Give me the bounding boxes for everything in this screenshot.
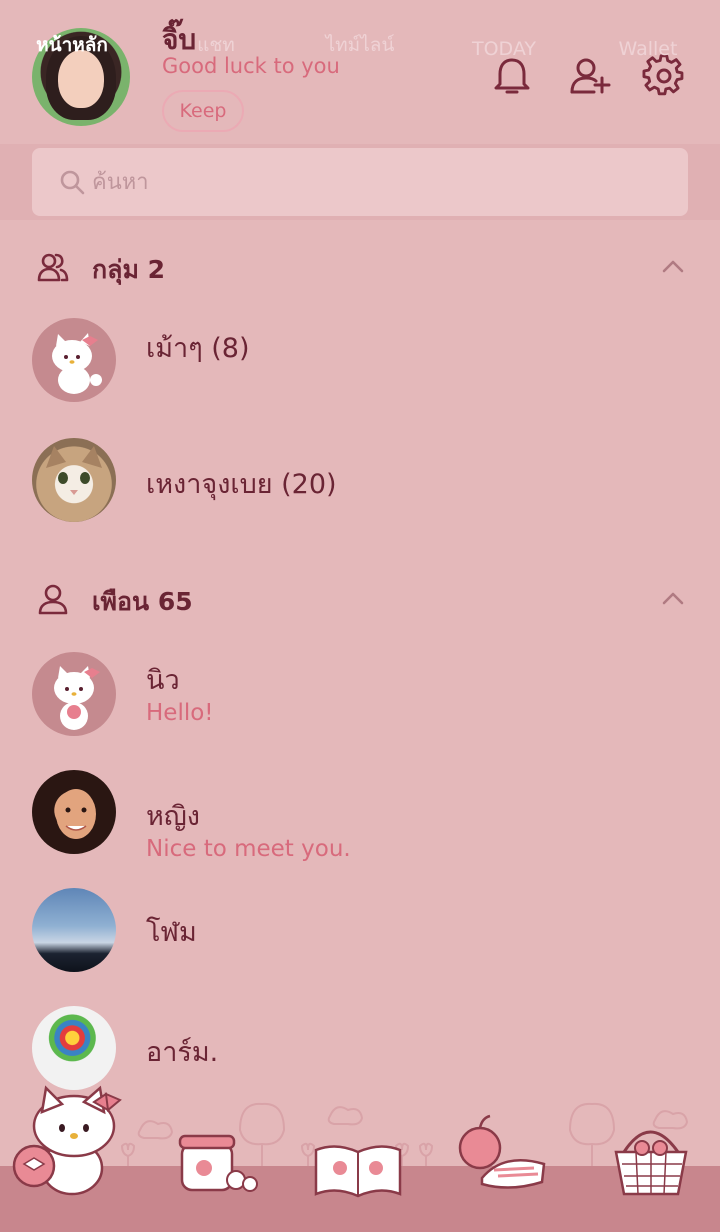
friend-row[interactable]: โฬม bbox=[0, 880, 720, 980]
jam-jar-chat-icon bbox=[178, 1134, 258, 1192]
hello-kitty-avatar bbox=[32, 652, 116, 736]
nav-wallet-label: Wallet bbox=[618, 38, 678, 60]
sky-photo-avatar bbox=[32, 888, 116, 972]
woman-photo-avatar bbox=[32, 770, 116, 854]
nav-today[interactable]: TODAY bbox=[432, 0, 576, 66]
nav-chat[interactable]: แชท bbox=[144, 0, 288, 66]
friend-name: หญิง bbox=[146, 801, 200, 832]
nav-timeline-label: ไทม์ไลน์ bbox=[325, 34, 395, 56]
groups-section-title: กลุ่ม 2 bbox=[92, 255, 166, 284]
friend-name: นิว bbox=[146, 665, 180, 696]
keep-button[interactable]: Keep bbox=[162, 90, 244, 132]
friend-name: อาร์ม. bbox=[146, 1037, 219, 1068]
hello-kitty-home-icon bbox=[12, 1085, 122, 1196]
nav-wallet[interactable]: Wallet bbox=[576, 0, 720, 66]
group-row[interactable]: เหงาจุงเบย (20) bbox=[0, 430, 720, 530]
friend-status-message: Hello! bbox=[146, 700, 214, 726]
group-row[interactable]: เม้าๆ (8) bbox=[0, 310, 720, 410]
group-name: เหงาจุงเบย (20) bbox=[146, 469, 337, 500]
book-timeline-icon bbox=[314, 1145, 402, 1198]
balloon-photo-avatar bbox=[32, 1006, 116, 1090]
search-icon bbox=[60, 170, 85, 195]
friend-status-message: Nice to meet you. bbox=[146, 836, 351, 862]
group-name: เม้าๆ (8) bbox=[146, 333, 250, 364]
nav-home-label: หน้าหลัก bbox=[36, 34, 108, 56]
nav-home[interactable]: หน้าหลัก bbox=[0, 0, 144, 66]
basket-wallet-icon bbox=[614, 1130, 688, 1196]
friends-section-header[interactable]: เพือน 65 bbox=[36, 576, 686, 624]
chevron-up-icon[interactable] bbox=[660, 586, 686, 612]
friend-row[interactable]: หญิง Nice to meet you. bbox=[0, 762, 720, 862]
hello-kitty-avatar bbox=[32, 318, 116, 402]
person-icon bbox=[38, 584, 68, 615]
nav-chat-label: แชท bbox=[197, 34, 235, 56]
groups-section-header[interactable]: กลุ่ม 2 bbox=[36, 244, 686, 292]
friends-section-title: เพือน 65 bbox=[92, 587, 193, 616]
nav-timeline[interactable]: ไทม์ไลน์ bbox=[288, 0, 432, 66]
chevron-up-icon[interactable] bbox=[660, 254, 686, 280]
search-input[interactable] bbox=[92, 160, 652, 204]
nav-today-label: TODAY bbox=[472, 38, 536, 60]
friend-name: โฬม bbox=[146, 917, 197, 948]
friend-row[interactable]: นิว Hello! bbox=[0, 644, 720, 744]
cat-photo-avatar bbox=[32, 438, 116, 522]
group-icon bbox=[37, 253, 69, 282]
pie-today-icon bbox=[458, 1114, 546, 1189]
